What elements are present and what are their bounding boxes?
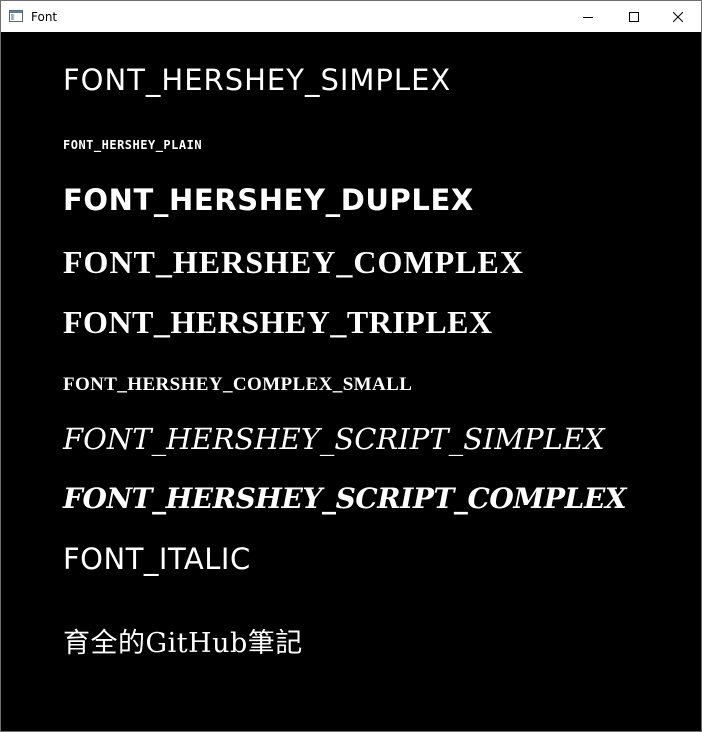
- text-font-hershey-plain: FONT_HERSHEY_PLAIN: [63, 138, 203, 152]
- app-window-icon: [9, 10, 23, 22]
- app-window: Font FONT_HERSHEY_SIMPLEX FONT_HERSHEY_P…: [0, 0, 702, 732]
- text-font-hershey-simplex: FONT_HERSHEY_SIMPLEX: [63, 63, 452, 97]
- window-title: Font: [31, 10, 58, 24]
- text-font-hershey-script-simplex: FONT_HERSHEY_SCRIPT_SIMPLEX: [63, 422, 605, 456]
- text-font-italic: FONT_ITALIC: [63, 542, 251, 576]
- close-icon: [673, 11, 683, 22]
- minimize-button[interactable]: [565, 1, 611, 32]
- text-font-hershey-complex-small: FONT_HERSHEY_COMPLEX_SMALL: [63, 374, 413, 395]
- minimize-icon: [583, 16, 593, 18]
- text-font-hershey-script-complex: FONT_HERSHEY_SCRIPT_COMPLEX: [63, 482, 627, 515]
- text-font-hershey-complex: FONT_HERSHEY_COMPLEX: [63, 244, 524, 280]
- text-cjk-caption: 育全的GitHub筆記: [63, 628, 303, 659]
- image-canvas: FONT_HERSHEY_SIMPLEX FONT_HERSHEY_PLAIN …: [1, 32, 701, 731]
- maximize-icon: [629, 11, 639, 22]
- text-font-hershey-triplex: FONT_HERSHEY_TRIPLEX: [63, 304, 493, 340]
- title-bar[interactable]: Font: [1, 1, 701, 32]
- close-button[interactable]: [655, 1, 701, 32]
- maximize-button[interactable]: [611, 1, 657, 32]
- text-font-hershey-duplex: FONT_HERSHEY_DUPLEX: [63, 183, 474, 217]
